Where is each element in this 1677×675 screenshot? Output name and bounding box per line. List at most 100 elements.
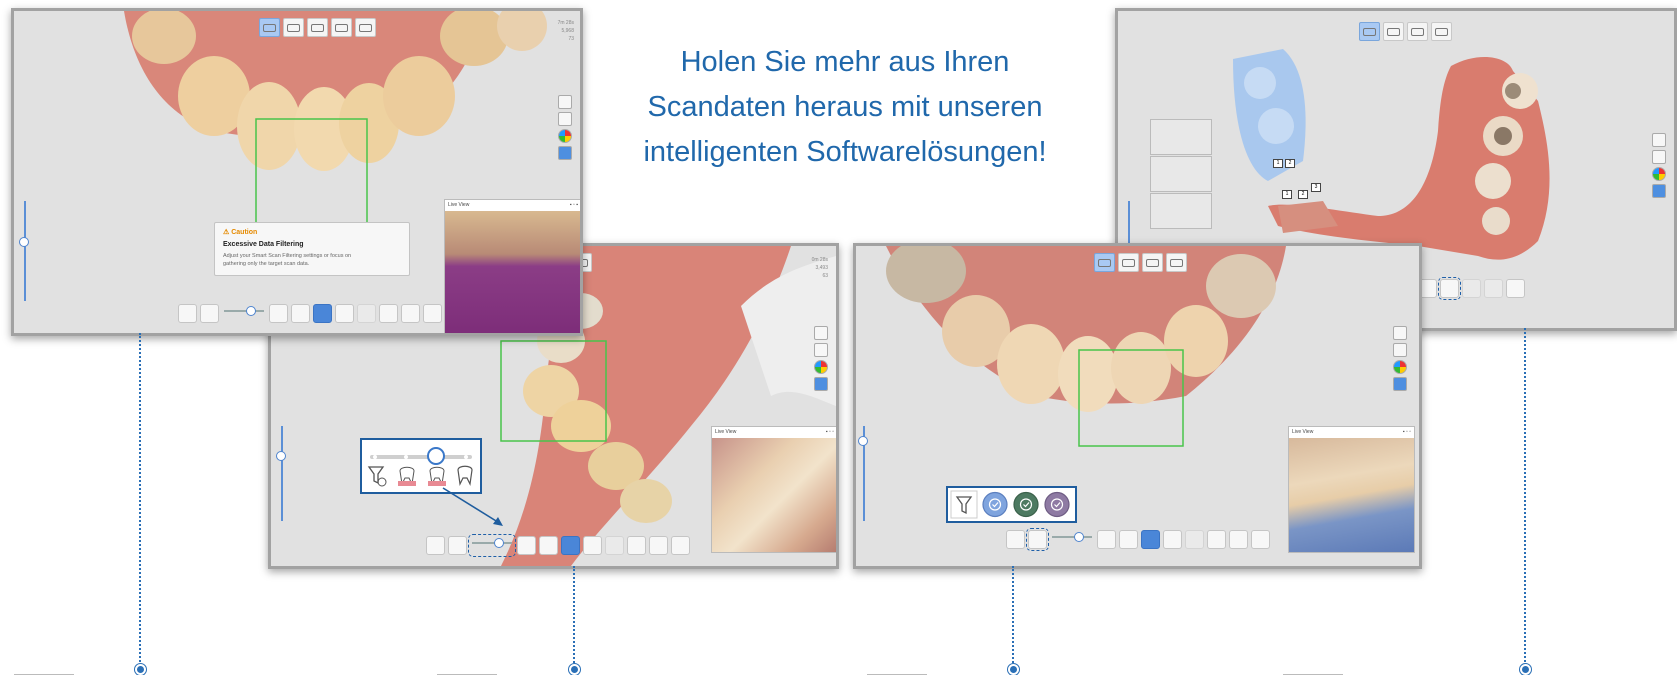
- filter-level-slider[interactable]: [222, 304, 266, 323]
- alignment-marker[interactable]: 3: [1311, 183, 1321, 192]
- alignment-marker[interactable]: 1: [1273, 159, 1283, 168]
- texture-icon[interactable]: [1652, 184, 1666, 198]
- export-button[interactable]: [671, 536, 690, 555]
- bottom-toolbar: [178, 304, 442, 323]
- smart-scan-button[interactable]: [178, 304, 197, 323]
- zoom-button[interactable]: [627, 536, 646, 555]
- live-view-controls[interactable]: ▪ ▫ ▪: [570, 202, 578, 209]
- reset-view-icon[interactable]: [1652, 150, 1666, 164]
- color-icon[interactable]: [1393, 360, 1407, 374]
- texture-icon[interactable]: [814, 377, 828, 391]
- ai-filter-mode-button[interactable]: [1026, 528, 1049, 551]
- scan-button[interactable]: [561, 536, 580, 555]
- vertical-slider-knob[interactable]: [858, 436, 868, 446]
- check-view-button[interactable]: [355, 18, 376, 37]
- zoom-button[interactable]: [379, 304, 398, 323]
- lower-jaw-view-button[interactable]: [1118, 253, 1139, 272]
- record-icon[interactable]: [1393, 326, 1407, 340]
- bottom-toolbar: [1006, 528, 1270, 551]
- smart-scan-button[interactable]: [426, 536, 445, 555]
- trim-tool-button[interactable]: [269, 304, 288, 323]
- occlusion-view-button[interactable]: [1407, 22, 1428, 41]
- lock-button[interactable]: [357, 304, 376, 323]
- delete-button[interactable]: [1229, 530, 1248, 549]
- record-icon[interactable]: [814, 326, 828, 340]
- thumbnail-scan-3[interactable]: [1150, 193, 1212, 229]
- texture-icon[interactable]: [558, 146, 572, 160]
- upper-jaw-view-button[interactable]: [259, 18, 280, 37]
- vertical-slider[interactable]: [281, 426, 283, 521]
- scan-stats: 7m 28s 5,968 73: [558, 19, 574, 43]
- occlusion-view-button[interactable]: [1142, 253, 1163, 272]
- connector-line: [1524, 328, 1526, 666]
- undo-button[interactable]: [1462, 279, 1481, 298]
- side-toolbar: [1393, 326, 1407, 391]
- full-arch-view-button[interactable]: [331, 18, 352, 37]
- check-view-button[interactable]: [1431, 22, 1452, 41]
- ai-filter-mode-icons[interactable]: [948, 488, 1075, 521]
- live-view-panel[interactable]: Live View ▪ ▫ ▪: [444, 199, 580, 333]
- connector-dot: [135, 664, 146, 675]
- filter-level-slider[interactable]: [468, 534, 516, 557]
- color-icon[interactable]: [1652, 167, 1666, 181]
- filter-toggle-button[interactable]: [200, 304, 219, 323]
- record-icon[interactable]: [558, 95, 572, 109]
- redo-button[interactable]: [1484, 279, 1503, 298]
- live-view-controls[interactable]: ▪ ▫ ▫: [1403, 429, 1411, 436]
- live-view-controls[interactable]: ▪ ▫ ▫: [826, 429, 834, 436]
- lock-button[interactable]: [605, 536, 624, 555]
- hd-mode-button[interactable]: [291, 304, 310, 323]
- zoom-button[interactable]: [1207, 530, 1226, 549]
- upper-jaw-view-button[interactable]: [1094, 253, 1115, 272]
- ai-filter-button[interactable]: [335, 304, 354, 323]
- occlusion-view-button[interactable]: [307, 18, 328, 37]
- filter-toggle-button[interactable]: [448, 536, 467, 555]
- record-icon[interactable]: [1652, 133, 1666, 147]
- color-icon[interactable]: [558, 129, 572, 143]
- scan-button[interactable]: [313, 304, 332, 323]
- trim-tool-button[interactable]: [1097, 530, 1116, 549]
- vertical-slider-knob[interactable]: [19, 237, 29, 247]
- align-tool-button[interactable]: [1438, 277, 1461, 300]
- export-button[interactable]: [1506, 279, 1525, 298]
- scan-fps: 73: [568, 36, 574, 42]
- export-button[interactable]: [423, 304, 442, 323]
- caution-body: Adjust your Smart Scan Filtering setting…: [223, 253, 352, 259]
- alignment-marker[interactable]: 2: [1285, 159, 1295, 168]
- delete-button[interactable]: [649, 536, 668, 555]
- vertical-slider[interactable]: [24, 201, 26, 301]
- filter-level-slider[interactable]: [1050, 530, 1094, 549]
- view-toolbar: [1359, 22, 1452, 41]
- texture-icon[interactable]: [1393, 377, 1407, 391]
- alignment-marker[interactable]: 2: [1298, 190, 1308, 199]
- tooth-gingiva-icon: [428, 466, 446, 486]
- live-view-panel[interactable]: Live View ▪ ▫ ▫: [711, 426, 836, 553]
- reset-view-icon[interactable]: [558, 112, 572, 126]
- hd-mode-button[interactable]: [1119, 530, 1138, 549]
- filter-slider-graphic[interactable]: [362, 440, 480, 492]
- lower-jaw-view-button[interactable]: [1383, 22, 1404, 41]
- trim-tool-button[interactable]: [517, 536, 536, 555]
- color-icon[interactable]: [814, 360, 828, 374]
- export-button[interactable]: [1251, 530, 1270, 549]
- lock-button[interactable]: [1185, 530, 1204, 549]
- reset-view-icon[interactable]: [1393, 343, 1407, 357]
- hd-mode-button[interactable]: [539, 536, 558, 555]
- lower-jaw-view-button[interactable]: [283, 18, 304, 37]
- alignment-marker[interactable]: 1: [1282, 190, 1292, 199]
- smart-scan-button[interactable]: [1006, 530, 1025, 549]
- ai-filter-button[interactable]: [583, 536, 602, 555]
- scan-button[interactable]: [1141, 530, 1160, 549]
- scan-stats: 0m 28s 3,493 63: [812, 256, 828, 280]
- vertical-slider-knob[interactable]: [276, 451, 286, 461]
- thumbnail-scan-2[interactable]: [1150, 156, 1212, 192]
- live-view-panel[interactable]: Live View ▪ ▫ ▫: [1288, 426, 1415, 553]
- thumbnail-scan-1[interactable]: [1150, 119, 1212, 155]
- caution-heading: Excessive Data Filtering: [223, 241, 304, 248]
- reset-view-icon[interactable]: [814, 343, 828, 357]
- delete-button[interactable]: [401, 304, 420, 323]
- check-view-button[interactable]: [1166, 253, 1187, 272]
- live-view-image: [1289, 438, 1414, 552]
- upper-jaw-view-button[interactable]: [1359, 22, 1380, 41]
- ai-filter-button[interactable]: [1163, 530, 1182, 549]
